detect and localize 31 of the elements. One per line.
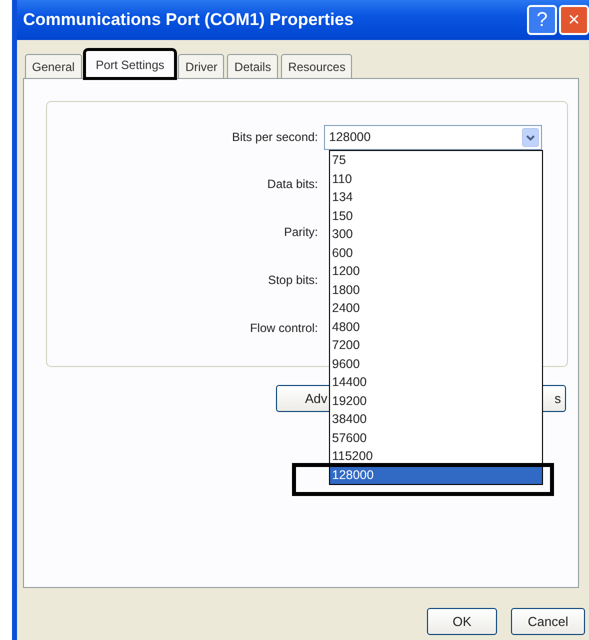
bits-per-second-dropdown[interactable]: 128000 bbox=[324, 124, 542, 150]
tab[interactable]: Resources bbox=[281, 54, 352, 78]
list-option[interactable]: 150 bbox=[330, 206, 542, 225]
field-label: Parity: bbox=[282, 225, 319, 239]
field-label: Data bits: bbox=[266, 177, 319, 191]
cancel-button[interactable]: Cancel bbox=[511, 608, 585, 635]
list-option[interactable]: 4800 bbox=[330, 318, 542, 336]
field-label: Bits per second: bbox=[230, 130, 319, 144]
list-option[interactable]: 1800 bbox=[330, 280, 542, 299]
list-option[interactable]: 38400 bbox=[330, 410, 542, 428]
ok-button[interactable]: OK bbox=[427, 608, 497, 635]
list-option[interactable]: 115200 bbox=[330, 447, 542, 466]
list-option[interactable]: 7200 bbox=[330, 336, 542, 354]
tab[interactable]: Port Settings bbox=[84, 50, 176, 78]
list-option[interactable]: 134 bbox=[330, 188, 542, 206]
tab[interactable]: Details bbox=[227, 54, 278, 78]
tab[interactable]: General bbox=[25, 54, 82, 78]
list-option[interactable]: 1200 bbox=[330, 262, 542, 280]
list-option[interactable]: 9600 bbox=[330, 354, 542, 373]
list-option[interactable]: 57600 bbox=[330, 428, 542, 447]
list-option[interactable]: 600 bbox=[330, 244, 542, 262]
field-label: Flow control: bbox=[248, 321, 319, 335]
close-button[interactable]: × bbox=[559, 5, 589, 35]
tab[interactable]: Driver bbox=[178, 54, 224, 78]
list-option[interactable]: 300 bbox=[330, 225, 542, 244]
help-button[interactable]: ? bbox=[527, 5, 557, 35]
window-title: Communications Port (COM1) Properties bbox=[23, 10, 355, 30]
list-option[interactable]: 75 bbox=[330, 151, 542, 170]
list-option[interactable]: 2400 bbox=[330, 299, 542, 318]
list-option[interactable]: 110 bbox=[330, 170, 542, 188]
field-label: Stop bits: bbox=[266, 273, 319, 287]
